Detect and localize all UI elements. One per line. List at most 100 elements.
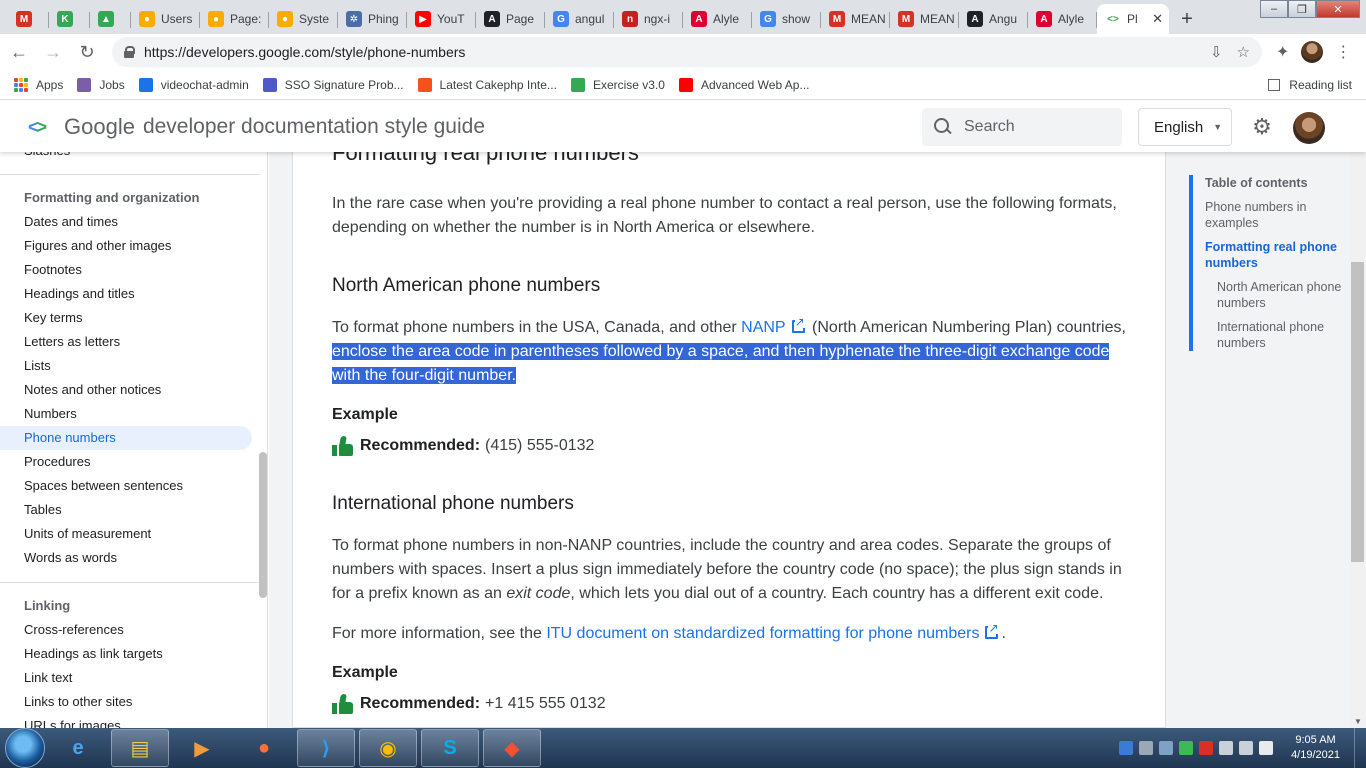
- battery-icon[interactable]: [1259, 741, 1274, 755]
- nav-item-link-text[interactable]: Link text: [24, 666, 72, 690]
- toc-subitem-international[interactable]: International phone numbers: [1217, 319, 1347, 351]
- nav-item-phone-numbers[interactable]: Phone numbers: [24, 426, 116, 450]
- minimize-button[interactable]: –: [1260, 0, 1288, 18]
- browser-tab[interactable]: K: [49, 4, 90, 34]
- bookmark-item[interactable]: SSO Signature Prob...: [262, 77, 404, 92]
- reading-list[interactable]: Reading list: [1268, 70, 1352, 100]
- nav-item-spaces-between-sentences[interactable]: Spaces between sentences: [24, 474, 183, 498]
- nav-item-tables[interactable]: Tables: [24, 498, 62, 522]
- bookmark-star-icon[interactable]: ☆: [1237, 43, 1250, 61]
- browser-tab[interactable]: M MEAN: [890, 4, 959, 34]
- reload-button[interactable]: ↻: [72, 37, 102, 67]
- language-select[interactable]: English ▼: [1138, 108, 1232, 146]
- nav-item-figures-and-other-images[interactable]: Figures and other images: [24, 234, 171, 258]
- media-player-icon[interactable]: ▶: [173, 729, 231, 767]
- browser-tab[interactable]: A Alyle: [1028, 4, 1097, 34]
- bluetooth-icon[interactable]: [1119, 741, 1134, 755]
- nav-item-procedures[interactable]: Procedures: [24, 450, 90, 474]
- security-check-icon[interactable]: [1179, 741, 1194, 755]
- nav-item-headings-as-link-targets[interactable]: Headings as link targets: [24, 642, 163, 666]
- git-icon[interactable]: ◆: [483, 729, 541, 767]
- file-explorer-icon[interactable]: ▤: [111, 729, 169, 767]
- nav-item-urls-for-images[interactable]: URLs for images: [24, 714, 121, 728]
- gear-icon[interactable]: ⚙: [1251, 116, 1273, 138]
- toc-subitem-north-american[interactable]: North American phone numbers: [1217, 279, 1347, 311]
- user-avatar[interactable]: [1293, 112, 1325, 144]
- nav-item-words-as-words[interactable]: Words as words: [24, 546, 117, 570]
- nav-item-key-terms[interactable]: Key terms: [24, 306, 83, 330]
- bookmark-item[interactable]: Exercise v3.0: [570, 77, 665, 92]
- nav-item-footnotes[interactable]: Footnotes: [24, 258, 82, 282]
- browser-tab[interactable]: ● Syste: [269, 4, 338, 34]
- browser-tab[interactable]: A Angu: [959, 4, 1028, 34]
- browser-tab[interactable]: ▲: [90, 4, 131, 34]
- nav-item-letters-as-letters[interactable]: Letters as letters: [24, 330, 120, 354]
- close-window-button[interactable]: ✕: [1316, 0, 1360, 18]
- nav-item-notes-and-other-notices[interactable]: Notes and other notices: [24, 378, 161, 402]
- browser-tab[interactable]: Gangul: [545, 4, 614, 34]
- extensions-puzzle-icon[interactable]: ✦: [1276, 42, 1289, 62]
- ie-icon[interactable]: e: [49, 729, 107, 767]
- bookmark-item[interactable]: videochat-admin: [138, 77, 249, 92]
- google-developers-logo-icon[interactable]: < >: [28, 117, 56, 138]
- scroll-down-arrow-icon[interactable]: ▼: [1354, 717, 1362, 726]
- new-tab-button[interactable]: +: [1173, 4, 1201, 34]
- nav-item-headings-and-titles[interactable]: Headings and titles: [24, 282, 135, 306]
- browser-tab-active[interactable]: <> Pl ✕: [1097, 4, 1169, 34]
- network-adapter-icon[interactable]: [1139, 741, 1154, 755]
- maximize-button[interactable]: ❐: [1288, 0, 1316, 18]
- browser-tab[interactable]: M: [8, 4, 49, 34]
- nav-item-links-to-other-sites[interactable]: Links to other sites: [24, 690, 132, 714]
- firefox-icon[interactable]: ●: [235, 729, 293, 767]
- itu-document-link[interactable]: ITU document on standardized formatting …: [546, 625, 979, 642]
- lock-icon[interactable]: [124, 46, 135, 58]
- browser-tab[interactable]: ✲ Phing: [338, 4, 407, 34]
- browser-tab[interactable]: ▶ YouT: [407, 4, 476, 34]
- tab-favicon-icon: ●: [139, 11, 155, 27]
- antivirus-icon[interactable]: [1199, 741, 1214, 755]
- nav-item-units-of-measurement[interactable]: Units of measurement: [24, 522, 151, 546]
- nanp-link[interactable]: NANP: [741, 319, 785, 336]
- brand-google[interactable]: Google: [64, 114, 135, 140]
- show-desktop-button[interactable]: [1354, 728, 1366, 768]
- volume-muted-icon[interactable]: [1239, 741, 1254, 755]
- bookmark-item[interactable]: Jobs: [77, 77, 125, 92]
- toc-item-formatting-real-phone-numbers[interactable]: Formatting real phone numbers: [1205, 239, 1355, 271]
- browser-tab[interactable]: Gshow: [752, 4, 821, 34]
- install-app-icon[interactable]: ⇩: [1210, 43, 1223, 61]
- vscode-icon[interactable]: ⟩: [297, 729, 355, 767]
- browser-tab[interactable]: ● Page:: [200, 4, 269, 34]
- browser-tab[interactable]: n ngx-i: [614, 4, 683, 34]
- url-text[interactable]: https://developers.google.com/style/phon…: [144, 44, 465, 60]
- browser-tab[interactable]: ● Users: [131, 4, 200, 34]
- search-input[interactable]: Search: [922, 108, 1122, 146]
- toc-item-phone-numbers-in-examples[interactable]: Phone numbers in examples: [1205, 199, 1355, 231]
- monitor-icon[interactable]: [1159, 741, 1174, 755]
- nav-item-numbers[interactable]: Numbers: [24, 402, 77, 426]
- profile-avatar[interactable]: [1301, 41, 1324, 63]
- page-scrollbar[interactable]: ▲ ▼: [1349, 102, 1366, 728]
- back-button[interactable]: ←: [4, 37, 34, 67]
- system-clock[interactable]: 9:05 AM 4/19/2021: [1291, 733, 1340, 763]
- site-title[interactable]: developer documentation style guide: [143, 115, 485, 139]
- close-tab-icon[interactable]: ✕: [1152, 11, 1163, 27]
- start-button[interactable]: [5, 728, 45, 768]
- nav-item-dates-and-times[interactable]: Dates and times: [24, 210, 118, 234]
- nav-item-cross-references[interactable]: Cross-references: [24, 618, 124, 642]
- address-bar[interactable]: https://developers.google.com/style/phon…: [112, 37, 1262, 67]
- left-nav-scrollbar[interactable]: [259, 452, 267, 598]
- browser-menu-icon[interactable]: ⋮: [1335, 42, 1351, 62]
- page-scrollbar-thumb[interactable]: [1351, 262, 1364, 562]
- bookmark-item[interactable]: Latest Cakephp Inte...: [417, 77, 557, 92]
- chrome-icon[interactable]: ◉: [359, 729, 417, 767]
- signal-icon[interactable]: [1219, 741, 1234, 755]
- nav-item-lists[interactable]: Lists: [24, 354, 51, 378]
- bookmark-item[interactable]: Apps: [14, 77, 63, 92]
- skype-icon[interactable]: S: [421, 729, 479, 767]
- nav-item-partial[interactable]: Slashes: [24, 152, 70, 163]
- browser-tab[interactable]: M MEAN: [821, 4, 890, 34]
- browser-tab[interactable]: A Alyle: [683, 4, 752, 34]
- browser-tab[interactable]: A Page: [476, 4, 545, 34]
- bookmark-item[interactable]: Advanced Web Ap...: [678, 77, 809, 92]
- forward-button[interactable]: →: [38, 37, 68, 67]
